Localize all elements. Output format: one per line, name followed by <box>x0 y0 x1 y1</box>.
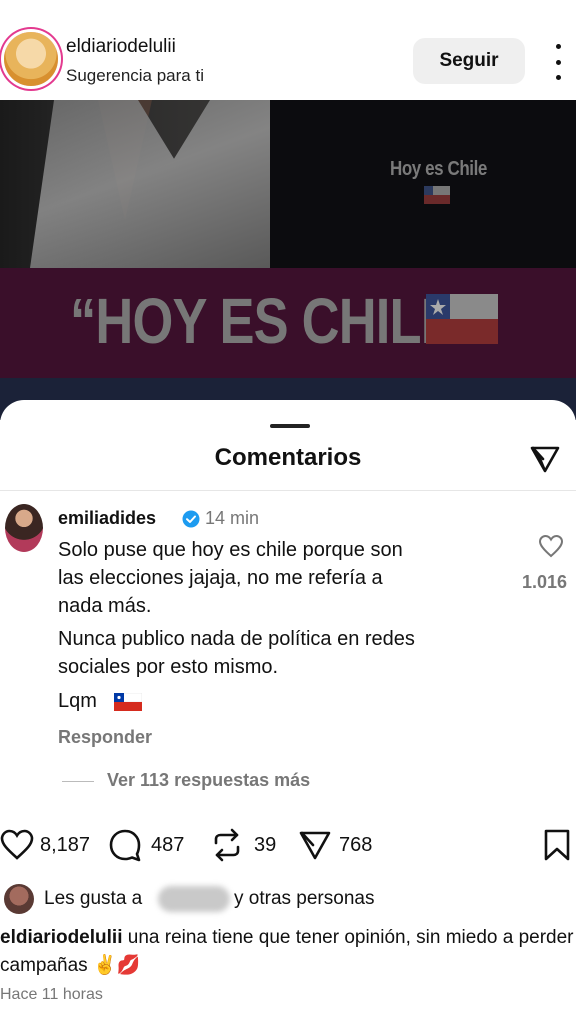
comment-username[interactable]: emiliadides <box>58 508 156 529</box>
view-more-replies-button[interactable]: Ver 113 respuestas más <box>107 770 310 791</box>
comment-text-line: nada más. <box>58 595 152 617</box>
comment-time: 14 min <box>205 508 260 528</box>
liked-by-suffix: y otras personas <box>234 888 375 909</box>
heart-icon[interactable] <box>0 828 34 862</box>
comment-text-line: Nunca publico nada de política en redes <box>58 628 415 650</box>
liked-by-row[interactable]: Les gusta a y otras personas <box>0 882 576 914</box>
post-action-bar: 8,187 487 39 768 <box>0 824 576 868</box>
header-username[interactable]: eldiariodelulii <box>66 36 176 58</box>
reposts-count[interactable]: 39 <box>254 834 276 857</box>
send-icon[interactable] <box>528 442 562 476</box>
drag-handle[interactable] <box>270 424 310 428</box>
comment-text-line: Lqm <box>58 690 97 712</box>
avatar <box>4 884 34 914</box>
blurred-username <box>158 886 230 912</box>
likes-count[interactable]: 8,187 <box>40 834 90 857</box>
liked-by-prefix: Les gusta a <box>44 888 143 909</box>
comment-icon[interactable] <box>108 828 142 862</box>
replies-line <box>62 781 94 782</box>
comments-title: Comentarios <box>214 444 362 471</box>
caption-username[interactable]: eldiariodelulii <box>0 927 122 948</box>
reply-button[interactable]: Responder <box>58 727 152 748</box>
heart-icon[interactable] <box>538 534 564 558</box>
post-small-title: Hoy es Chile <box>390 158 487 180</box>
chile-flag-icon <box>424 186 450 204</box>
shares-count[interactable]: 768 <box>339 834 372 857</box>
post-caption: eldiariodelulii una reina tiene que tene… <box>0 924 576 980</box>
divider <box>0 490 576 491</box>
send-icon[interactable] <box>298 828 332 862</box>
follow-button[interactable]: Seguir <box>413 38 525 84</box>
chile-flag-icon <box>114 693 142 711</box>
comment-text-line: las elecciones jajaja, no me refería a <box>58 567 383 589</box>
post-timestamp: Hace 11 horas <box>0 986 103 1003</box>
bookmark-icon[interactable] <box>540 828 574 862</box>
comments-count[interactable]: 487 <box>151 834 184 857</box>
more-vertical-icon[interactable] <box>550 44 566 80</box>
comment-likes-count: 1.016 <box>522 572 568 592</box>
chile-flag-icon <box>426 294 498 344</box>
repost-icon[interactable] <box>210 828 244 862</box>
verified-icon <box>182 510 200 528</box>
comment-text-line: sociales por esto mismo. <box>58 656 279 678</box>
avatar[interactable] <box>4 32 58 86</box>
photo-dark-panel <box>270 100 576 268</box>
post-header: eldiariodelulii Sugerencia para ti Segui… <box>0 0 576 100</box>
post-big-title: “HOY ES CHILE” <box>70 285 481 357</box>
photo-jacket <box>30 100 270 268</box>
post-image[interactable]: Hoy es Chile “HOY ES CHILE” <box>0 100 576 420</box>
header-subtitle: Sugerencia para ti <box>66 66 204 85</box>
comment-avatar[interactable] <box>5 504 43 552</box>
comment-text-line: Solo puse que hoy es chile porque son <box>58 539 403 561</box>
